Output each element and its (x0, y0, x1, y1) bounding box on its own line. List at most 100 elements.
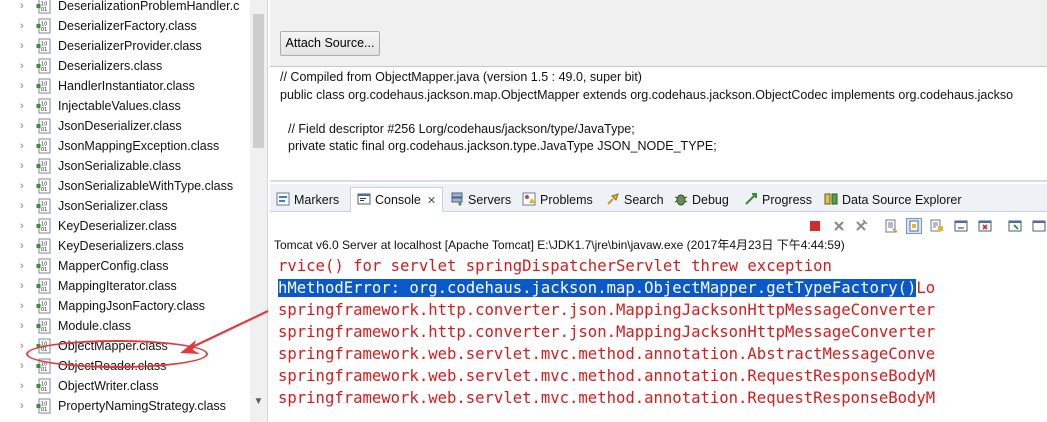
close-icon[interactable]: ✕ (427, 195, 436, 207)
tree-item[interactable]: › 10 01 JsonDeserializer.class (0, 116, 250, 136)
attach-source-button[interactable]: Attach Source... (280, 31, 380, 56)
tree-item-label: JsonSerializable.class (58, 159, 181, 173)
tab-markers[interactable]: Markers (276, 188, 339, 212)
chevron-right-icon[interactable]: › (20, 319, 30, 333)
tree-item[interactable]: › 10 01 KeyDeserializers.class (0, 236, 250, 256)
open-console-icon[interactable] (1032, 219, 1046, 233)
console-line-selected[interactable]: hMethodError: org.codehaus.jackson.map.O… (278, 278, 935, 298)
chevron-right-icon[interactable]: › (20, 0, 30, 13)
chevron-right-icon[interactable]: › (20, 119, 30, 133)
tree-item[interactable]: › 10 01 MapperConfig.class (0, 256, 250, 276)
scroll-lock-icon[interactable] (906, 218, 922, 234)
svg-text:01: 01 (41, 387, 47, 393)
chevron-right-icon[interactable]: › (20, 39, 30, 53)
show-console-on-output-icon[interactable] (954, 219, 968, 233)
class-file-icon: 1001 (36, 398, 51, 414)
tree-item[interactable]: › 10 01 DeserializerProvider.class (0, 36, 250, 56)
tab-console[interactable]: Console ✕ (350, 187, 444, 212)
tab-search[interactable]: Search (606, 188, 664, 212)
class-file-viewer: Attach Source... // Compiled from Object… (270, 0, 1047, 182)
tab-problems[interactable]: Problems (522, 188, 593, 212)
chevron-right-icon[interactable]: › (20, 259, 30, 273)
scroll-down-arrow-icon[interactable]: ▼ (252, 396, 265, 408)
chevron-right-icon[interactable]: › (20, 59, 30, 73)
svg-text:01: 01 (41, 27, 47, 33)
class-file-icon: 1001 (36, 18, 51, 34)
tree-item[interactable]: › 10 01 InjectableValues.class (0, 96, 250, 116)
tree-item[interactable]: › 10 01 JsonMappingException.class (0, 136, 250, 156)
package-explorer-tree[interactable]: › 10 01 DeserializationProblemHandler.c › 10 0… (0, 0, 268, 422)
svg-text:01: 01 (41, 407, 47, 413)
source-line: public class org.codehaus.jackson.map.Ob… (280, 88, 1014, 102)
console-line[interactable]: springframework.web.servlet.mvc.method.a… (278, 344, 935, 364)
remove-all-terminated-icon[interactable] (854, 219, 868, 233)
show-console-on-error-icon[interactable] (978, 219, 992, 233)
tree-item-label: JsonDeserializer.class (58, 119, 182, 133)
tree-item-label: MapperConfig.class (58, 259, 169, 273)
tree-scrollbar[interactable]: ▼ (250, 0, 267, 422)
chevron-right-icon[interactable]: › (20, 199, 30, 213)
tree-item[interactable]: › 10 01 KeyDeserializer.class (0, 216, 250, 236)
tab-label: Debug (692, 193, 729, 207)
svg-text:01: 01 (41, 207, 47, 213)
tree-item[interactable]: › 10 01 JsonSerializableWithType.class (0, 176, 250, 196)
tree-item[interactable]: › 10 01 Module.class (0, 316, 250, 336)
console-line[interactable]: springframework.http.converter.json.Mapp… (278, 300, 935, 320)
word-wrap-icon[interactable] (930, 219, 944, 233)
tab-progress[interactable]: Progress (744, 188, 812, 212)
console-line[interactable]: springframework.web.servlet.mvc.method.a… (278, 366, 935, 386)
source-line: // Field descriptor #256 Lorg/codehaus/j… (288, 122, 635, 136)
chevron-right-icon[interactable]: › (20, 79, 30, 93)
tab-data-source-explorer[interactable]: Data Source Explorer (824, 188, 962, 212)
chevron-right-icon[interactable]: › (20, 379, 30, 393)
chevron-right-icon[interactable]: › (20, 359, 30, 373)
tab-servers[interactable]: Servers (450, 188, 511, 212)
clear-console-icon[interactable] (884, 219, 898, 233)
tree-item[interactable]: › 10 01 DeserializationProblemHandler.c (0, 0, 250, 16)
chevron-right-icon[interactable]: › (20, 239, 30, 253)
svg-text:01: 01 (41, 87, 47, 93)
console-line-tail[interactable]: Lo (916, 279, 935, 297)
tree-item[interactable]: › 10 01 MappingIterator.class (0, 276, 250, 296)
tree-item-label: JsonSerializer.class (58, 199, 168, 213)
tab-label: Problems (540, 193, 593, 207)
console-view: Markers Console ✕ Servers Problems Search… (270, 184, 1047, 422)
class-file-icon: 1001 (36, 278, 51, 294)
chevron-right-icon[interactable]: › (20, 299, 30, 313)
tree-item[interactable]: › 10 01 PropertyNamingStrategy.class (0, 396, 250, 416)
class-file-icon: 1001 (36, 258, 51, 274)
class-file-icon: 1001 (36, 58, 51, 74)
svg-text:01: 01 (41, 267, 47, 273)
remove-launch-icon[interactable] (832, 219, 846, 233)
tab-debug[interactable]: Debug (674, 188, 729, 212)
class-file-icon: 1001 (36, 0, 51, 14)
chevron-right-icon[interactable]: › (20, 159, 30, 173)
console-line[interactable]: springframework.web.servlet.mvc.method.a… (278, 388, 935, 408)
tree-item[interactable]: › 10 01 Deserializers.class (0, 56, 250, 76)
tree-item[interactable]: › 10 01 JsonSerializer.class (0, 196, 250, 216)
chevron-right-icon[interactable]: › (20, 219, 30, 233)
svg-text:01: 01 (41, 307, 47, 313)
chevron-right-icon[interactable]: › (20, 399, 30, 413)
terminate-icon[interactable] (808, 219, 822, 233)
markers-icon (276, 192, 290, 206)
console-line[interactable]: rvice() for servlet springDispatcherServ… (278, 256, 832, 276)
chevron-right-icon[interactable]: › (20, 19, 30, 33)
tree-item[interactable]: › 10 01 MappingJsonFactory.class (0, 296, 250, 316)
console-line[interactable]: springframework.http.converter.json.Mapp… (278, 322, 935, 342)
tree-item[interactable]: › 10 01 JsonSerializable.class (0, 156, 250, 176)
view-tab-strip: Markers Console ✕ Servers Problems Search… (270, 184, 1047, 212)
pin-console-icon[interactable] (1008, 219, 1022, 233)
tree-item[interactable]: › 10 01 HandlerInstantiator.class (0, 76, 250, 96)
divider (270, 180, 1047, 182)
selected-text[interactable]: hMethodError: org.codehaus.jackson.map.O… (278, 279, 917, 297)
class-file-icon: 1001 (36, 218, 51, 234)
tree-item[interactable]: › 10 01 DeserializerFactory.class (0, 16, 250, 36)
chevron-right-icon[interactable]: › (20, 139, 30, 153)
tree-scrollbar-thumb[interactable] (253, 14, 264, 148)
chevron-right-icon[interactable]: › (20, 99, 30, 113)
chevron-right-icon[interactable]: › (20, 279, 30, 293)
chevron-right-icon[interactable]: › (20, 179, 30, 193)
tree-item-label: Module.class (58, 319, 131, 333)
tree-item[interactable]: › 10 01 ObjectWriter.class (0, 376, 250, 396)
